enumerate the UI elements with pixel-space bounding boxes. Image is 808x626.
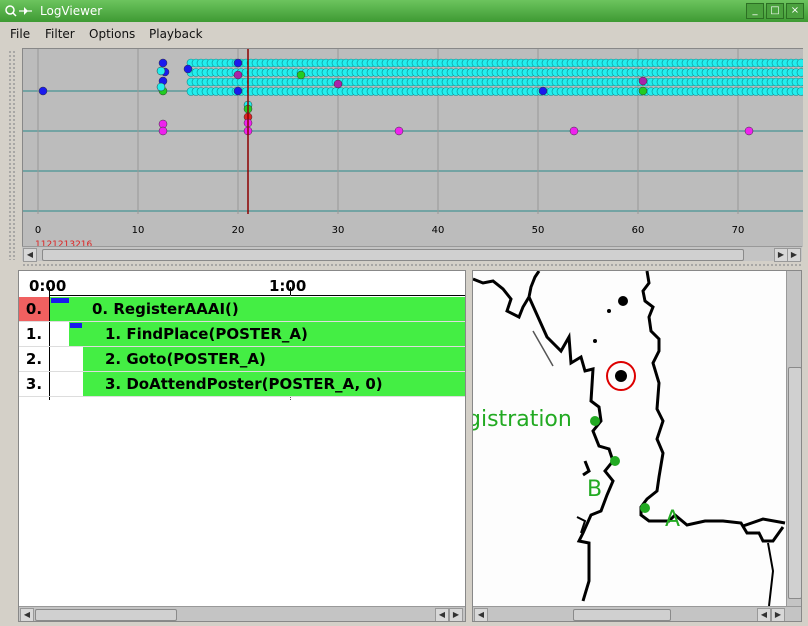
task-index: 0. — [19, 297, 49, 321]
scroll-left-icon-2[interactable]: ◀ — [757, 608, 771, 621]
event-timeline[interactable]: 0 10 20 30 40 50 60 70 1121213216 — [22, 48, 806, 250]
task-row[interactable]: 1. 1. FindPlace(POSTER_A) — [19, 322, 465, 347]
scroll-left-icon[interactable]: ◀ — [20, 608, 34, 621]
scroll-right-icon[interactable]: ▶ — [449, 608, 463, 621]
task-panel: 0:00 1:00 0. 0. RegisterAAAI() 1. 1. Fin… — [18, 270, 466, 622]
event-dot — [333, 79, 343, 89]
event-dot — [158, 58, 168, 68]
minimize-button[interactable]: _ — [746, 3, 764, 19]
menu-options[interactable]: Options — [89, 27, 135, 41]
map-canvas — [473, 271, 786, 606]
minimize-icon: _ — [752, 5, 758, 16]
task-index: 2. — [25, 350, 43, 368]
close-button[interactable]: × — [786, 3, 804, 19]
axis-tick-label: 30 — [332, 225, 345, 236]
event-dot — [233, 86, 243, 96]
task-row[interactable]: 3. 3. DoAttendPoster(POSTER_A, 0) — [19, 372, 465, 397]
event-dot — [796, 77, 806, 87]
menu-bar: File Filter Options Playback — [0, 22, 808, 46]
maximize-button[interactable]: □ — [766, 3, 784, 19]
task-hscrollbar[interactable]: ◀ ◀ ▶ — [19, 606, 465, 621]
event-dot — [38, 86, 48, 96]
progress-bar — [70, 323, 82, 328]
map-label-a: A — [665, 507, 681, 532]
event-dot — [158, 126, 168, 136]
app-icon — [5, 5, 32, 17]
maximize-icon: □ — [770, 5, 780, 16]
task-bar[interactable]: 3. DoAttendPoster(POSTER_A, 0) — [83, 372, 465, 396]
event-dot — [796, 58, 806, 68]
splitter-handle[interactable] — [22, 263, 802, 267]
time-label-mid: 1:00 — [269, 277, 307, 295]
timeline-hscrollbar[interactable]: ◀ ▶ ▶ — [22, 246, 802, 262]
map-hscroll-thumb[interactable] — [573, 609, 671, 621]
time-ruler — [49, 295, 465, 296]
event-dot — [296, 70, 306, 80]
task-bar[interactable]: 0. RegisterAAAI() — [50, 297, 465, 321]
ruler-tick — [49, 287, 50, 295]
event-dot — [156, 82, 166, 92]
map-hscrollbar[interactable]: ◀ ◀ ▶ — [473, 606, 801, 621]
map-vscrollbar[interactable] — [786, 271, 801, 606]
event-dot — [183, 64, 193, 74]
dock-handle[interactable] — [8, 50, 16, 260]
task-scroll-thumb[interactable] — [35, 609, 177, 621]
window-title: LogViewer — [40, 4, 103, 18]
axis-tick-label: 70 — [732, 225, 745, 236]
event-dot — [638, 86, 648, 96]
map-label-registration: gistration — [472, 407, 572, 432]
event-dot — [638, 76, 648, 86]
event-dot — [394, 126, 404, 136]
scroll-right-icon[interactable]: ▶ — [771, 608, 785, 621]
map-panel[interactable]: gistration B A ◀ ◀ ▶ — [472, 270, 802, 622]
axis-tick-label: 10 — [132, 225, 145, 236]
event-dot — [233, 70, 243, 80]
event-dot — [744, 126, 754, 136]
axis-tick-label: 0 — [35, 225, 41, 236]
timeline-scroll-thumb[interactable] — [42, 249, 744, 261]
task-index: 3. — [25, 375, 43, 393]
time-label-start: 0:00 — [29, 277, 67, 295]
axis-tick-label: 20 — [232, 225, 245, 236]
event-dot — [233, 58, 243, 68]
task-bar[interactable]: 1. FindPlace(POSTER_A) — [69, 322, 465, 346]
scroll-right-icon-2[interactable]: ▶ — [787, 248, 801, 262]
event-dot — [538, 86, 548, 96]
event-dot — [796, 87, 806, 96]
scroll-left-icon-2[interactable]: ◀ — [435, 608, 449, 621]
event-dot — [569, 126, 579, 136]
map-vscroll-thumb[interactable] — [788, 367, 801, 599]
axis-tick-label: 60 — [632, 225, 645, 236]
event-dot — [156, 66, 166, 76]
timeline-canvas: 0 10 20 30 40 50 60 701121213216 — [23, 49, 806, 250]
map-label-b: B — [587, 477, 603, 502]
scroll-left-icon[interactable]: ◀ — [474, 608, 488, 621]
menu-playback[interactable]: Playback — [149, 27, 203, 41]
task-index: 1. — [25, 325, 43, 343]
title-bar: LogViewer _ □ × — [0, 0, 808, 22]
task-row[interactable]: 2. 2. Goto(POSTER_A) — [19, 347, 465, 372]
task-row[interactable]: 0. 0. RegisterAAAI() — [19, 297, 465, 322]
task-bar[interactable]: 2. Goto(POSTER_A) — [83, 347, 465, 371]
close-icon: × — [790, 5, 800, 16]
axis-tick-label: 40 — [432, 225, 445, 236]
event-dot — [796, 68, 806, 77]
menu-file[interactable]: File — [10, 27, 30, 41]
axis-tick-label: 50 — [532, 225, 545, 236]
scroll-right-icon[interactable]: ▶ — [774, 248, 788, 262]
menu-filter[interactable]: Filter — [45, 27, 75, 41]
progress-bar — [51, 298, 69, 303]
scroll-left-icon[interactable]: ◀ — [23, 248, 37, 262]
ruler-tick — [290, 287, 291, 295]
